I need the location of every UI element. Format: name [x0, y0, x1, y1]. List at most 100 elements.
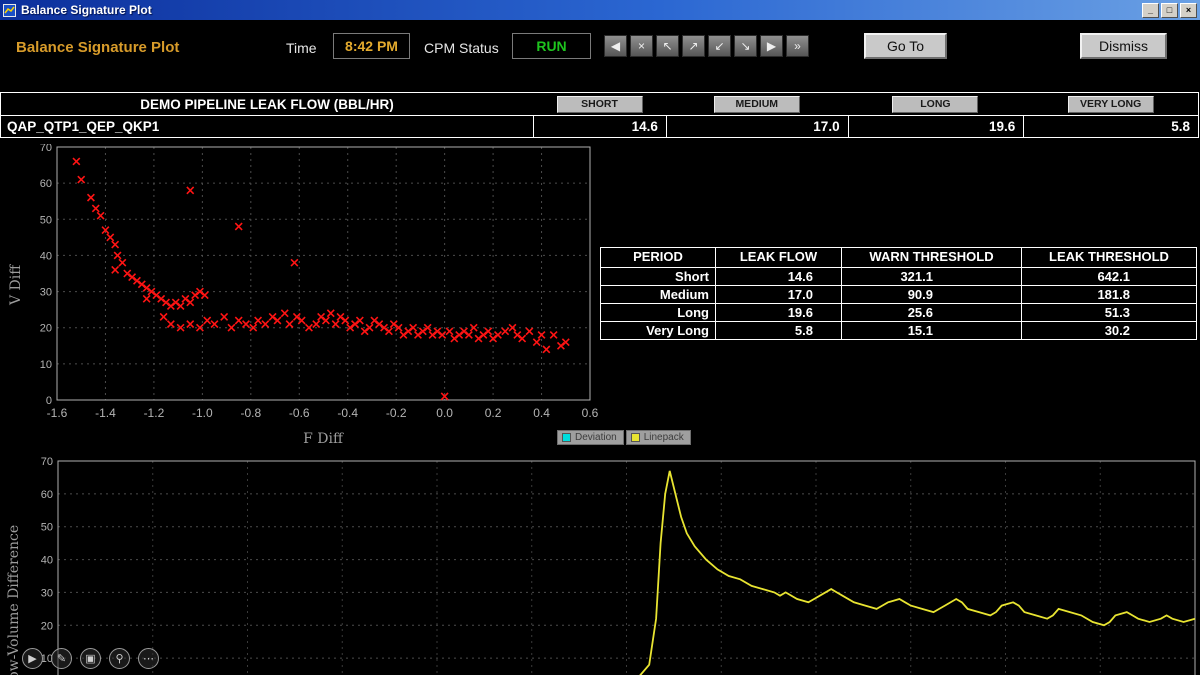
period-long-button[interactable]: LONG: [892, 96, 978, 113]
zoom-icon[interactable]: ⚲: [109, 648, 130, 669]
svg-text:50: 50: [41, 522, 53, 534]
page-title: Balance Signature Plot: [16, 39, 179, 56]
svg-text:40: 40: [41, 555, 53, 567]
period-short-button[interactable]: SHORT: [557, 96, 643, 113]
cpm-status-value: RUN: [536, 38, 566, 54]
svg-text:30: 30: [40, 287, 52, 299]
app-icon: [3, 4, 16, 17]
threshold-table: PERIOD LEAK FLOW WARN THRESHOLD LEAK THR…: [600, 247, 1197, 340]
leak-flow-long-value: 19.6: [848, 116, 1024, 137]
legend-label: Linepack: [644, 432, 684, 443]
period-cell: Very Long: [601, 322, 715, 339]
svg-text:0: 0: [46, 395, 52, 407]
nav-left-button[interactable]: ◀: [604, 35, 627, 57]
window-controls: _ □ ×: [1142, 3, 1197, 18]
period-medium-button[interactable]: MEDIUM: [714, 96, 800, 113]
svg-text:20: 20: [40, 323, 52, 335]
leak-flow-very-long-value: 5.8: [1023, 116, 1198, 137]
svg-text:60: 60: [40, 178, 52, 190]
svg-text:20: 20: [41, 620, 53, 632]
legend-label: Deviation: [575, 432, 617, 443]
leak-flow-short-value: 14.6: [533, 116, 666, 137]
svg-text:60: 60: [41, 489, 53, 501]
close-button[interactable]: ×: [1180, 3, 1197, 18]
svg-text:0.2: 0.2: [485, 406, 502, 420]
legend-item-linepack[interactable]: Linepack: [626, 430, 691, 445]
svg-text:-1.2: -1.2: [144, 406, 165, 420]
chart-toolbar: ▶ ✎ ▣ ⚲ ⋯: [22, 648, 159, 669]
warn-threshold-cell: 25.6: [841, 304, 1021, 321]
table-row: Medium 17.0 90.9 181.8: [601, 285, 1196, 303]
balance-signature-scatter: -1.6-1.4-1.2-1.0-0.8-0.6-0.4-0.20.00.20.…: [24, 144, 616, 450]
svg-text:0.6: 0.6: [582, 406, 599, 420]
dismiss-button[interactable]: Dismiss: [1080, 33, 1167, 59]
window-titlebar[interactable]: Balance Signature Plot _ □ ×: [0, 0, 1200, 20]
column-header: WARN THRESHOLD: [841, 248, 1021, 267]
go-to-button[interactable]: Go To: [864, 33, 947, 59]
leak-flow-cell: 17.0: [715, 286, 841, 303]
nav-down-right-button[interactable]: ↘: [734, 35, 757, 57]
leak-flow-table-title: DEMO PIPELINE LEAK FLOW (BBL/HR): [1, 97, 533, 112]
svg-text:-1.0: -1.0: [192, 406, 213, 420]
period-very-long-button[interactable]: VERY LONG: [1068, 96, 1154, 113]
cpm-status-display: RUN: [512, 33, 591, 59]
svg-text:-0.2: -0.2: [386, 406, 407, 420]
period-cell: Medium: [601, 286, 715, 303]
scatter-plot[interactable]: -1.6-1.4-1.2-1.0-0.8-0.6-0.4-0.20.00.20.…: [24, 144, 616, 450]
table-row[interactable]: QAP_QTP1_QEP_QKP1 14.6 17.0 19.6 5.8: [1, 116, 1198, 137]
warn-threshold-cell: 15.1: [841, 322, 1021, 339]
leak-flow-medium-value: 17.0: [666, 116, 848, 137]
column-header: LEAK THRESHOLD: [1021, 248, 1196, 267]
window-title: Balance Signature Plot: [21, 3, 1142, 17]
time-label: Time: [286, 40, 317, 56]
chart-legend: Deviation Linepack: [557, 430, 691, 445]
table-row: Short 14.6 321.1 642.1: [601, 267, 1196, 285]
svg-text:0.4: 0.4: [533, 406, 550, 420]
table-row: Long 19.6 25.6 51.3: [601, 303, 1196, 321]
nav-reset-button[interactable]: ×: [630, 35, 653, 57]
leak-flow-table: DEMO PIPELINE LEAK FLOW (BBL/HR) SHORT M…: [0, 92, 1199, 138]
scatter-y-axis-label: V Diff: [8, 265, 24, 305]
more-icon[interactable]: ⋯: [138, 648, 159, 669]
nav-down-left-button[interactable]: ↙: [708, 35, 731, 57]
leak-flow-cell: 19.6: [715, 304, 841, 321]
svg-text:-1.4: -1.4: [95, 406, 116, 420]
maximize-button[interactable]: □: [1161, 3, 1178, 18]
scatter-x-axis-label: F Diff: [273, 431, 373, 447]
time-value: 8:42 PM: [345, 38, 398, 54]
line-chart[interactable]: 010203040506070: [0, 457, 1200, 675]
trend-chart-area: 010203040506070 Flow-Volume Difference: [0, 457, 1200, 675]
warn-threshold-cell: 321.1: [841, 268, 1021, 285]
svg-text:-0.8: -0.8: [240, 406, 261, 420]
leak-threshold-cell: 51.3: [1021, 304, 1196, 321]
svg-text:-0.4: -0.4: [337, 406, 358, 420]
leak-threshold-cell: 642.1: [1021, 268, 1196, 285]
svg-text:10: 10: [40, 359, 52, 371]
table-row: Very Long 5.8 15.1 30.2: [601, 321, 1196, 339]
deviation-swatch-icon: [562, 433, 571, 442]
svg-text:70: 70: [41, 457, 53, 468]
nav-forward-button[interactable]: »: [786, 35, 809, 57]
column-header: PERIOD: [601, 248, 715, 267]
svg-text:0.0: 0.0: [436, 406, 453, 420]
period-cell: Short: [601, 268, 715, 285]
svg-text:-1.6: -1.6: [47, 406, 68, 420]
nav-arrow-group: ◀ × ↖ ↗ ↙ ↘ ▶ »: [604, 35, 809, 57]
minimize-button[interactable]: _: [1142, 3, 1159, 18]
nav-up-left-button[interactable]: ↖: [656, 35, 679, 57]
leak-threshold-cell: 181.8: [1021, 286, 1196, 303]
layout-icon[interactable]: ▣: [80, 648, 101, 669]
svg-text:40: 40: [40, 250, 52, 262]
trend-y-axis-label: Flow-Volume Difference: [6, 525, 22, 675]
svg-text:70: 70: [40, 144, 52, 154]
pipeline-name: QAP_QTP1_QEP_QKP1: [1, 119, 533, 134]
threshold-table-header: PERIOD LEAK FLOW WARN THRESHOLD LEAK THR…: [601, 248, 1196, 267]
period-cell: Long: [601, 304, 715, 321]
nav-up-right-button[interactable]: ↗: [682, 35, 705, 57]
play-icon[interactable]: ▶: [22, 648, 43, 669]
column-header: LEAK FLOW: [715, 248, 841, 267]
nav-right-button[interactable]: ▶: [760, 35, 783, 57]
edit-icon[interactable]: ✎: [51, 648, 72, 669]
legend-item-deviation[interactable]: Deviation: [557, 430, 624, 445]
leak-flow-cell: 5.8: [715, 322, 841, 339]
